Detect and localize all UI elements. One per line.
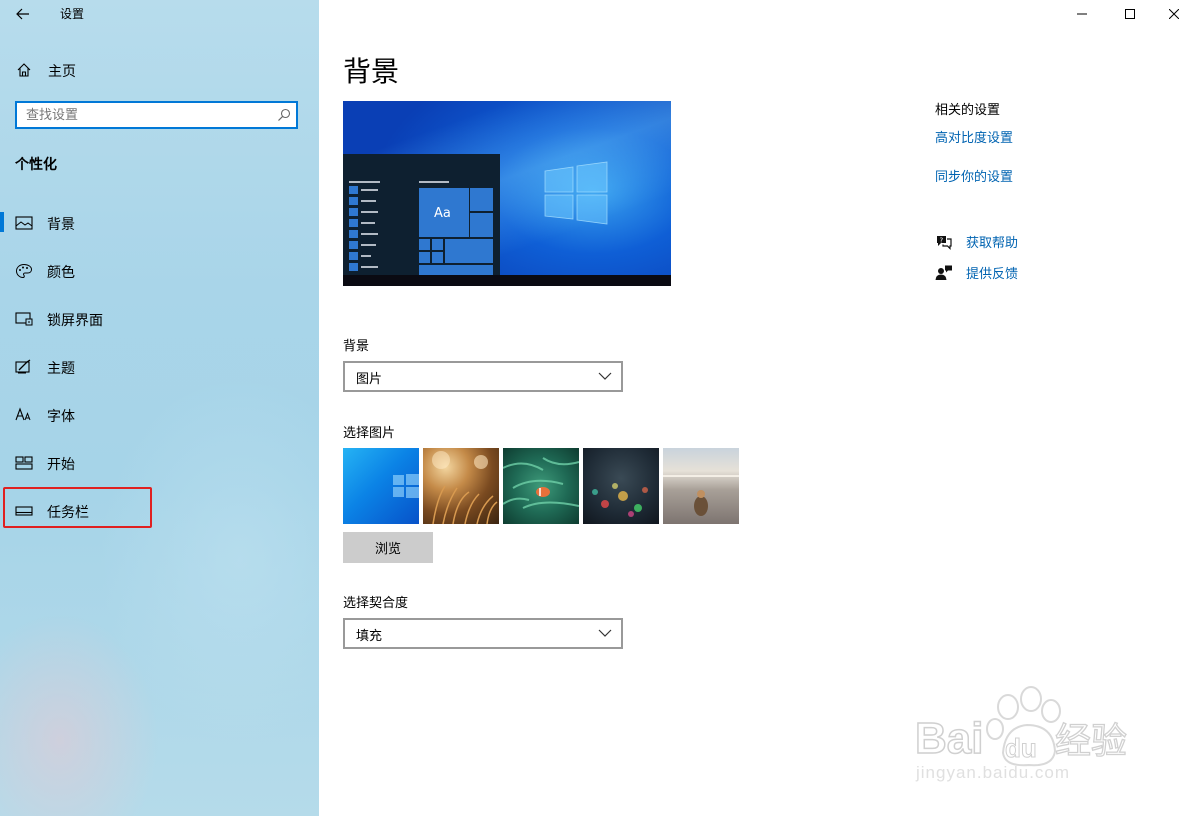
svg-text:Bai: Bai: [915, 714, 983, 763]
background-preview: Aa: [343, 101, 671, 286]
related-settings-title: 相关的设置: [935, 103, 1001, 118]
sidebar-item-label: 颜色: [47, 265, 75, 281]
font-icon: [15, 407, 31, 421]
bokeh-image: [592, 483, 648, 517]
dropdown-value: 图片: [356, 372, 383, 387]
minimize-button[interactable]: [1059, 0, 1105, 28]
high-contrast-settings-link[interactable]: 高对比度设置: [935, 127, 1013, 146]
sidebar-item-start[interactable]: 开始: [0, 442, 319, 482]
windows-logo-icon: [393, 474, 419, 498]
background-type-label: 背景: [343, 339, 370, 354]
search-box[interactable]: [15, 101, 298, 129]
help-chat-icon: ?: [937, 236, 952, 250]
watermark-site-text: jingyan.baidu.com: [916, 763, 1071, 782]
sidebar-item-background[interactable]: 背景: [0, 202, 319, 242]
maximize-button[interactable]: [1107, 0, 1153, 28]
svg-text:经验: 经验: [1055, 721, 1127, 762]
preview-taskbar: [343, 275, 671, 286]
svg-text:du: du: [1005, 733, 1037, 763]
preview-tile-label: Aa: [434, 206, 451, 221]
windows-logo-icon: [544, 161, 608, 225]
fit-dropdown[interactable]: 填充: [343, 618, 623, 649]
app-title: 设置: [60, 7, 85, 21]
fit-label: 选择契合度: [343, 596, 409, 611]
preview-start-menu: Aa: [343, 154, 500, 275]
picture-thumbnail-beach[interactable]: [663, 448, 739, 524]
sync-settings-link[interactable]: 同步你的设置: [935, 166, 1013, 185]
palette-icon: [15, 263, 33, 279]
sidebar-item-label: 主页: [48, 64, 76, 80]
search-icon[interactable]: [277, 108, 291, 122]
help-label: 获取帮助: [966, 236, 1019, 251]
picture-thumbnail-grass[interactable]: [423, 448, 499, 524]
sidebar-item-home[interactable]: 主页: [0, 58, 319, 82]
sidebar: 设置 主页 个性化 背景 颜色 锁屏界面: [0, 0, 319, 816]
choose-picture-label: 选择图片: [343, 426, 396, 441]
sidebar-item-colors[interactable]: 颜色: [0, 250, 319, 290]
image-icon: [15, 216, 33, 230]
dropdown-value: 填充: [356, 629, 383, 644]
picture-thumbnail-anemone[interactable]: [503, 448, 579, 524]
picture-thumbnail-bokeh[interactable]: [583, 448, 659, 524]
beach-image: [663, 475, 739, 516]
sidebar-item-label: 任务栏: [47, 505, 89, 521]
sidebar-item-taskbar[interactable]: 任务栏: [0, 490, 319, 530]
sidebar-item-label: 字体: [47, 409, 75, 425]
close-button[interactable]: [1151, 0, 1197, 28]
give-feedback-link[interactable]: 提供反馈: [935, 263, 1055, 283]
section-title: 个性化: [15, 157, 57, 173]
minimize-icon: [1077, 13, 1087, 15]
feedback-person-icon: [935, 265, 952, 280]
back-button[interactable]: [10, 4, 36, 24]
sidebar-item-fonts[interactable]: 字体: [0, 394, 319, 434]
grass-image: [432, 451, 498, 524]
home-icon: [17, 63, 31, 77]
lock-screen-icon: [15, 312, 33, 326]
chevron-down-icon: [598, 372, 612, 380]
close-icon: [1169, 9, 1179, 19]
picture-thumbnail-windows[interactable]: [343, 448, 419, 524]
taskbar-icon: [15, 506, 33, 516]
sidebar-item-label: 背景: [47, 217, 75, 233]
search-input[interactable]: [17, 103, 276, 127]
browse-button[interactable]: 浏览: [343, 532, 433, 563]
sidebar-item-themes[interactable]: 主题: [0, 346, 319, 386]
page-title: 背景: [343, 55, 400, 88]
baidu-jingyan-watermark-logo: Bai du 经验: [914, 686, 1128, 767]
sidebar-item-lock-screen[interactable]: 锁屏界面: [0, 298, 319, 338]
start-icon: [15, 456, 33, 470]
svg-text:?: ?: [940, 237, 944, 245]
feedback-label: 提供反馈: [966, 267, 1019, 282]
get-help-link[interactable]: ? 获取帮助: [935, 232, 1055, 252]
back-arrow-icon: [16, 8, 29, 20]
anemone-image: [503, 457, 579, 509]
sidebar-item-label: 主题: [47, 361, 75, 377]
sidebar-item-label: 开始: [47, 457, 75, 473]
chevron-down-icon: [598, 629, 612, 637]
maximize-icon: [1125, 9, 1135, 19]
theme-brush-icon: [15, 359, 31, 374]
sidebar-item-label: 锁屏界面: [47, 313, 103, 329]
background-type-dropdown[interactable]: 图片: [343, 361, 623, 392]
